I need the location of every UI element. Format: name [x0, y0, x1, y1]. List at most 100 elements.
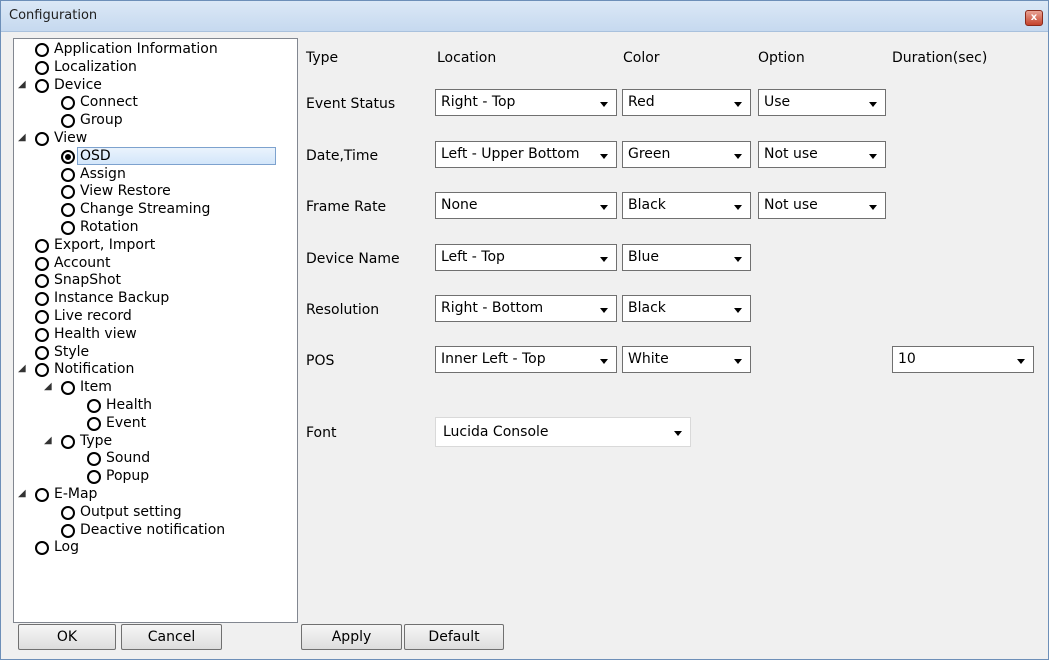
tree-item-label: Account — [54, 254, 111, 271]
date-time-color-select[interactable]: Green — [622, 141, 751, 168]
expand-collapse-icon[interactable]: ◢ — [18, 485, 26, 503]
dropdown-arrow-icon — [734, 154, 742, 159]
dropdown-arrow-icon — [869, 154, 877, 159]
tree-item-application-information[interactable]: Application Information — [14, 40, 295, 58]
dropdown-arrow-icon — [600, 154, 608, 159]
tree-item-live-record[interactable]: Live record — [14, 307, 295, 325]
tree-item-label: SnapShot — [54, 272, 122, 289]
device-name-label: Device Name — [306, 251, 400, 267]
expand-collapse-icon[interactable]: ◢ — [44, 432, 52, 450]
tree-item-label: Health view — [54, 325, 137, 342]
tree-item-log[interactable]: Log — [14, 538, 295, 556]
tree-item-output-setting[interactable]: Output setting — [14, 503, 295, 521]
selected-value: Not use — [764, 146, 818, 162]
tree-item-device[interactable]: ◢ Device — [14, 76, 295, 94]
pos-color-select[interactable]: White — [622, 346, 751, 373]
radio-node-icon — [87, 399, 101, 413]
device-name-color-select[interactable]: Blue — [622, 244, 751, 271]
selected-value: None — [441, 197, 478, 213]
tree-item-type[interactable]: ◢ Type — [14, 432, 295, 450]
tree-item-snapshot[interactable]: SnapShot — [14, 271, 295, 289]
expand-collapse-icon[interactable]: ◢ — [18, 129, 26, 147]
default-button[interactable]: Default — [404, 624, 504, 650]
close-button[interactable]: x — [1025, 10, 1043, 26]
tree-item-notification[interactable]: ◢ Notification — [14, 360, 295, 378]
pos-location-select[interactable]: Inner Left - Top — [435, 346, 617, 373]
date-time-location-select[interactable]: Left - Upper Bottom — [435, 141, 617, 168]
tree-item-view[interactable]: ◢ View — [14, 129, 295, 147]
expand-collapse-icon[interactable]: ◢ — [18, 76, 26, 94]
tree-item-view-restore[interactable]: View Restore — [14, 182, 295, 200]
tree-item-health[interactable]: Health — [14, 396, 295, 414]
selected-value: Right - Bottom — [441, 300, 544, 316]
dropdown-arrow-icon — [600, 205, 608, 210]
dropdown-arrow-icon — [1017, 359, 1025, 364]
tree-item-label: Live record — [54, 308, 132, 324]
radio-node-icon — [35, 43, 49, 57]
cancel-button[interactable]: Cancel — [121, 624, 222, 650]
radio-node-icon — [35, 274, 49, 289]
radio-node-icon — [61, 381, 75, 396]
tree-item-popup[interactable]: Popup — [14, 467, 295, 485]
dropdown-arrow-icon — [734, 257, 742, 262]
dropdown-arrow-icon — [600, 308, 608, 313]
event-status-color-select[interactable]: Red — [622, 89, 751, 116]
tree-item-change-streaming[interactable]: Change Streaming — [14, 200, 295, 218]
title-bar: Configuration x — [1, 1, 1048, 32]
selected-value: White — [628, 351, 669, 367]
resolution-color-select[interactable]: Black — [622, 295, 751, 322]
tree-item-osd[interactable]: OSD — [14, 146, 295, 165]
expand-collapse-icon[interactable]: ◢ — [44, 378, 52, 396]
tree-item-event[interactable]: Event — [14, 414, 295, 432]
dropdown-arrow-icon — [734, 102, 742, 107]
tree-item-label: Notification — [54, 361, 135, 378]
selected-value: Black — [628, 197, 666, 213]
tree-item-label: Export, Import — [54, 236, 156, 253]
tree-item-rotation[interactable]: Rotation — [14, 218, 295, 236]
settings-tree: Application Information Localization ◢ Devi… — [13, 38, 298, 623]
ok-button[interactable]: OK — [18, 624, 116, 650]
header-duration: Duration(sec) — [892, 50, 988, 66]
tree-item-export-import[interactable]: Export, Import — [14, 236, 295, 254]
resolution-location-select[interactable]: Right - Bottom — [435, 295, 617, 322]
radio-node-icon — [35, 541, 49, 556]
font-select[interactable]: Lucida Console — [435, 417, 691, 447]
frame-rate-option-select[interactable]: Not use — [758, 192, 886, 219]
radio-node-icon — [35, 238, 49, 253]
event-status-option-select[interactable]: Use — [758, 89, 886, 116]
selected-value: 10 — [898, 351, 916, 367]
tree-item-connect[interactable]: Connect — [14, 93, 295, 111]
radio-node-icon — [61, 523, 75, 538]
tree-item-style[interactable]: Style — [14, 343, 295, 361]
event-status-location-select[interactable]: Right - Top — [435, 89, 617, 116]
tree-item-label: Assign — [80, 165, 126, 182]
pos-duration-select[interactable]: 10 — [892, 346, 1034, 373]
tree-item-label: Deactive notification — [80, 521, 226, 538]
apply-button[interactable]: Apply — [301, 624, 402, 650]
tree-item-assign[interactable]: Assign — [14, 165, 295, 183]
selected-value: Not use — [764, 197, 818, 213]
tree-item-health-view[interactable]: Health view — [14, 325, 295, 343]
tree-item-localization[interactable]: Localization — [14, 58, 295, 76]
tree-item-account[interactable]: Account — [14, 254, 295, 272]
radio-node-icon — [61, 167, 75, 182]
tree-item-e-map[interactable]: ◢ E-Map — [14, 485, 295, 503]
radio-node-icon — [35, 488, 49, 502]
tree-item-label: Instance Backup — [54, 290, 170, 307]
resolution-label: Resolution — [306, 302, 380, 318]
tree-item-deactive-notification[interactable]: Deactive notification — [14, 521, 295, 539]
tree-item-instance-backup[interactable]: Instance Backup — [14, 289, 295, 307]
event-status-label: Event Status — [306, 96, 396, 112]
date-time-option-select[interactable]: Not use — [758, 141, 886, 168]
tree-item-sound[interactable]: Sound — [14, 449, 295, 467]
tree-item-label: Group — [80, 112, 123, 129]
frame-rate-label: Frame Rate — [306, 199, 387, 215]
frame-rate-color-select[interactable]: Black — [622, 192, 751, 219]
tree-item-label: Health — [106, 397, 152, 413]
tree-item-group[interactable]: Group — [14, 111, 295, 129]
expand-collapse-icon[interactable]: ◢ — [18, 360, 26, 378]
radio-node-icon — [61, 505, 75, 520]
device-name-location-select[interactable]: Left - Top — [435, 244, 617, 271]
tree-item-item[interactable]: ◢ Item — [14, 378, 295, 396]
frame-rate-location-select[interactable]: None — [435, 192, 617, 219]
